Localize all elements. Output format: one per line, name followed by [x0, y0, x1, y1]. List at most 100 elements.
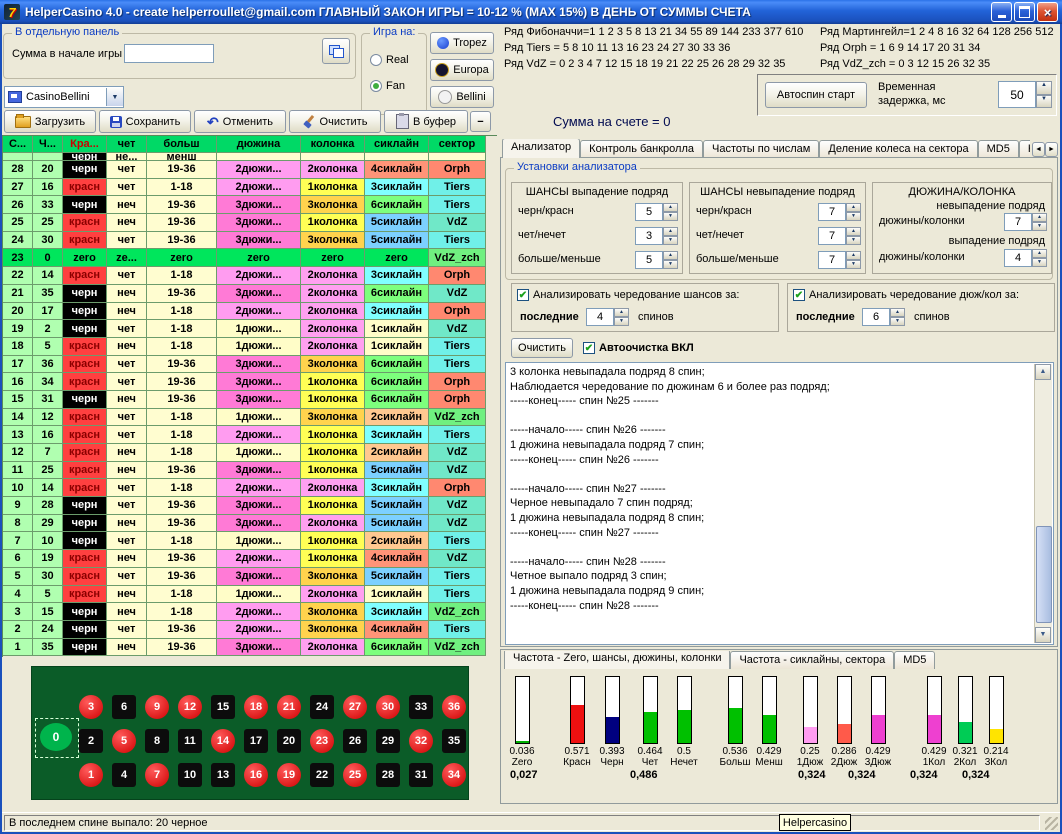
casino-europa-button[interactable]: Europa	[430, 59, 494, 81]
board-number-33[interactable]: 33	[409, 695, 433, 719]
clear-button[interactable]: Очистить	[289, 110, 381, 133]
board-number-7[interactable]: 7	[145, 763, 169, 787]
spinner-up-icon[interactable]: ▲	[846, 251, 861, 260]
tab-Ко[interactable]: Ко	[1019, 140, 1030, 158]
freq-tab-MD5[interactable]: MD5	[894, 651, 935, 669]
freq-tab-Частота - сиклайны, сектора[interactable]: Частота - сиклайны, сектора	[730, 651, 894, 669]
board-number-3[interactable]: 3	[79, 695, 103, 719]
copy-to-clipboard-button[interactable]: В буфер	[384, 110, 468, 133]
casino-bellini-button[interactable]: Bellini	[430, 86, 494, 108]
close-button[interactable]: ×	[1037, 2, 1058, 22]
spinner-up-icon[interactable]: ▲	[1036, 81, 1052, 95]
board-number-15[interactable]: 15	[211, 695, 235, 719]
spinner-down-icon[interactable]: ▼	[663, 212, 678, 221]
alt-dozen-stepper[interactable]: 6▲▼	[862, 308, 905, 326]
spinner-up-icon[interactable]: ▲	[846, 203, 861, 212]
dozen-miss-stepper[interactable]: 7▲▼	[1004, 213, 1047, 231]
detach-panel-button[interactable]	[322, 38, 350, 64]
spinner-down-icon[interactable]: ▼	[846, 212, 861, 221]
spinner-up-icon[interactable]: ▲	[846, 227, 861, 236]
board-number-35[interactable]: 35	[442, 729, 466, 753]
collapse-button[interactable]: −	[470, 111, 491, 132]
board-number-4[interactable]: 4	[112, 763, 136, 787]
board-number-27[interactable]: 27	[343, 695, 367, 719]
board-number-12[interactable]: 12	[178, 695, 202, 719]
start-sum-input[interactable]	[124, 44, 214, 63]
board-number-6[interactable]: 6	[112, 695, 136, 719]
board-number-14[interactable]: 14	[211, 729, 235, 753]
board-number-11[interactable]: 11	[178, 729, 202, 753]
chances-hit-row2-stepper[interactable]: 3▲▼	[635, 227, 678, 245]
autoclear-checkbox[interactable]: ✔	[583, 342, 595, 354]
tab-MD5[interactable]: MD5	[978, 140, 1019, 158]
casino-tropez-button[interactable]: Tropez	[430, 32, 494, 54]
title-bar[interactable]: 7 HelperCasino 4.0 - create helperroulle…	[0, 0, 1062, 24]
board-number-25[interactable]: 25	[343, 763, 367, 787]
board-number-29[interactable]: 29	[376, 729, 400, 753]
spinner-down-icon[interactable]: ▼	[1032, 222, 1047, 231]
board-number-31[interactable]: 31	[409, 763, 433, 787]
board-number-22[interactable]: 22	[310, 763, 334, 787]
radio-real[interactable]	[370, 54, 382, 66]
spinner-down-icon[interactable]: ▼	[890, 317, 905, 326]
board-number-23[interactable]: 23	[310, 729, 334, 753]
board-number-17[interactable]: 17	[244, 729, 268, 753]
spinner-up-icon[interactable]: ▲	[890, 308, 905, 317]
chances-miss-row1-stepper[interactable]: 7▲▼	[818, 203, 861, 221]
board-number-20[interactable]: 20	[277, 729, 301, 753]
board-number-32[interactable]: 32	[409, 729, 433, 753]
dozen-hit-stepper[interactable]: 4▲▼	[1004, 249, 1047, 267]
board-number-0[interactable]: 0	[40, 723, 72, 751]
spinner-down-icon[interactable]: ▼	[663, 260, 678, 269]
spinner-down-icon[interactable]: ▼	[1032, 258, 1047, 267]
delay-stepper[interactable]: ▲ ▼	[1036, 81, 1052, 108]
resize-grip[interactable]	[1045, 817, 1058, 830]
board-number-28[interactable]: 28	[376, 763, 400, 787]
board-number-21[interactable]: 21	[277, 695, 301, 719]
log-scrollbar[interactable]: ▲ ▼	[1034, 364, 1052, 643]
scrollbar-thumb[interactable]	[1036, 526, 1052, 623]
tab-scroll-left-button[interactable]: ◄	[1032, 142, 1045, 157]
radio-fan[interactable]	[370, 80, 382, 92]
save-button[interactable]: Сохранить	[99, 110, 191, 133]
spinner-down-icon[interactable]: ▼	[1036, 95, 1052, 109]
board-number-30[interactable]: 30	[376, 695, 400, 719]
spinner-up-icon[interactable]: ▲	[614, 308, 629, 317]
spinner-up-icon[interactable]: ▲	[663, 251, 678, 260]
spinner-down-icon[interactable]: ▼	[846, 236, 861, 245]
radio-real-label[interactable]: Real	[386, 54, 409, 66]
chances-miss-row2-stepper[interactable]: 7▲▼	[818, 227, 861, 245]
board-number-2[interactable]: 2	[79, 729, 103, 753]
tab-scroll-right-button[interactable]: ►	[1045, 142, 1058, 157]
board-number-24[interactable]: 24	[310, 695, 334, 719]
board-number-18[interactable]: 18	[244, 695, 268, 719]
tab-Контроль банкролла[interactable]: Контроль банкролла	[580, 140, 703, 158]
load-button[interactable]: Загрузить	[4, 110, 96, 133]
spinner-up-icon[interactable]: ▲	[1032, 213, 1047, 222]
tab-Частоты по числам[interactable]: Частоты по числам	[703, 140, 819, 158]
board-number-5[interactable]: 5	[112, 729, 136, 753]
tab-Деление колеса на сектора[interactable]: Деление колеса на сектора	[819, 140, 977, 158]
board-number-16[interactable]: 16	[244, 763, 268, 787]
autospin-start-button[interactable]: Автоспин старт	[765, 82, 867, 108]
chances-hit-row3-stepper[interactable]: 5▲▼	[635, 251, 678, 269]
board-number-8[interactable]: 8	[145, 729, 169, 753]
chevron-down-icon[interactable]: ▼	[106, 88, 123, 106]
spinner-up-icon[interactable]: ▲	[663, 203, 678, 212]
delay-input[interactable]: 50	[998, 81, 1036, 108]
scroll-down-icon[interactable]: ▼	[1035, 627, 1051, 643]
scroll-up-icon[interactable]: ▲	[1035, 364, 1051, 380]
log-clear-button[interactable]: Очистить	[511, 338, 573, 358]
spinner-down-icon[interactable]: ▼	[614, 317, 629, 326]
board-number-1[interactable]: 1	[79, 763, 103, 787]
radio-fan-label[interactable]: Fan	[386, 80, 405, 92]
alt-chances-stepper[interactable]: 4▲▼	[586, 308, 629, 326]
board-number-13[interactable]: 13	[211, 763, 235, 787]
spinner-up-icon[interactable]: ▲	[1032, 249, 1047, 258]
spinner-down-icon[interactable]: ▼	[846, 260, 861, 269]
undo-button[interactable]: ↶ Отменить	[194, 110, 286, 133]
board-number-26[interactable]: 26	[343, 729, 367, 753]
casino-combobox[interactable]: CasinoBellini ▼	[4, 86, 124, 108]
board-number-9[interactable]: 9	[145, 695, 169, 719]
board-number-10[interactable]: 10	[178, 763, 202, 787]
